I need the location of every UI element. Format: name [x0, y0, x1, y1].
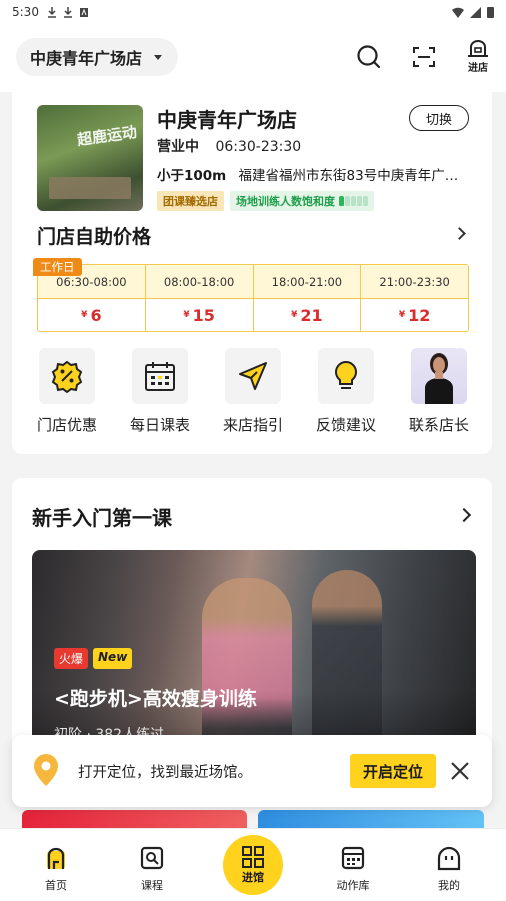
enable-location-button[interactable]: 开启定位 — [350, 754, 436, 788]
profile-icon — [437, 846, 461, 871]
tab-label: 动作库 — [336, 879, 370, 892]
price-slot-time: 21:00-23:30 — [361, 265, 468, 299]
download-icon — [63, 6, 72, 18]
wifi-icon — [452, 7, 464, 18]
tab-home[interactable]: 首页 — [26, 845, 86, 893]
tab-label: 课程 — [141, 879, 163, 892]
status-bar: 5:30 — [0, 0, 506, 24]
app-header: 中庚青年广场店 进店 — [0, 24, 506, 92]
price-slot-price: ¥6 — [81, 305, 102, 325]
switch-store-button[interactable]: 切换 — [409, 105, 469, 131]
navigation-icon — [225, 348, 281, 404]
quick-action-label: 来店指引 — [222, 416, 283, 434]
checkin-icon — [242, 846, 264, 868]
store-location[interactable]: 小于100m 福建省福州市东街83号中庚青年广… — [157, 164, 477, 184]
discount-icon — [39, 348, 95, 404]
location-prompt: 打开定位，找到最近场馆。 开启定位 — [12, 735, 492, 807]
notification-icon — [79, 7, 88, 17]
price-slot-price: ¥12 — [398, 305, 431, 325]
close-icon[interactable] — [450, 761, 470, 781]
store-logo: 超鹿运动 — [76, 122, 139, 150]
tag-occupancy: 场地训练人数饱和度 — [230, 191, 374, 211]
section-title[interactable]: 新手入门第一课 — [32, 502, 172, 531]
price-section-title[interactable]: 门店自助价格 — [37, 222, 151, 249]
checkin-button[interactable]: 进店 — [461, 40, 495, 74]
tab-label: 进馆 — [242, 871, 264, 884]
quick-action-schedule[interactable]: 每日课表 — [118, 348, 202, 435]
quick-action-guide[interactable]: 来店指引 — [211, 348, 295, 435]
price-slot-time: 18:00-21:00 — [253, 265, 361, 299]
price-slot-time: 08:00-18:00 — [145, 265, 253, 299]
lightbulb-icon — [318, 348, 374, 404]
price-slot: 18:00-21:00 ¥21 — [253, 265, 362, 331]
bottom-tab-bar: 首页 课程 进馆 动作库 我的 — [0, 828, 506, 901]
quick-action-label: 反馈建议 — [315, 416, 376, 434]
store-name: 中庚青年广场店 — [157, 108, 297, 132]
price-slot: 21:00-23:30 ¥12 — [361, 265, 468, 331]
tab-courses[interactable]: 课程 — [122, 845, 182, 893]
store-status: 营业中 — [157, 139, 199, 155]
calendar-icon — [132, 348, 188, 404]
checkin-label: 进店 — [468, 63, 488, 74]
store-distance: 小于100m — [157, 168, 227, 184]
chevron-right-icon[interactable] — [456, 507, 472, 523]
quick-action-discount[interactable]: 门店优惠 — [25, 348, 109, 435]
quick-action-label: 门店优惠 — [36, 416, 97, 434]
scan-button[interactable] — [407, 40, 441, 74]
price-table: 06:30-08:00 ¥6 08:00-18:00 ¥15 18:00-21:… — [37, 264, 469, 332]
course-icon — [140, 846, 164, 870]
tag-selected-label: 团课臻选店 — [163, 195, 218, 208]
price-slot-price: ¥15 — [183, 305, 215, 325]
store-card: 超鹿运动 中庚青年广场店 切换 营业中 06:30-23:30 小于100m 福… — [12, 92, 492, 454]
search-icon — [357, 45, 381, 69]
quick-action-feedback[interactable]: 反馈建议 — [304, 348, 388, 435]
caret-down-icon — [154, 54, 163, 60]
location-prompt-text: 打开定位，找到最近场馆。 — [78, 765, 252, 781]
status-time: 5:30 — [12, 5, 39, 19]
price-slot-price: ¥21 — [291, 305, 323, 325]
quick-action-contact-manager[interactable]: 联系店长 — [397, 348, 481, 435]
tab-checkin[interactable]: 进馆 — [223, 835, 283, 895]
battery-icon — [487, 7, 494, 18]
search-button[interactable] — [352, 40, 386, 74]
tab-profile[interactable]: 我的 — [419, 845, 479, 893]
promo-banner[interactable] — [22, 810, 247, 830]
store-tags: 团课臻选店 场地训练人数饱和度 — [157, 191, 374, 211]
quick-action-label: 联系店长 — [408, 416, 469, 434]
workday-badge: 工作日 — [33, 258, 82, 276]
store-hours: 营业中 06:30-23:30 — [157, 136, 301, 156]
store-selector[interactable]: 中庚青年广场店 — [16, 38, 179, 76]
tab-exercise-library[interactable]: 动作库 — [323, 845, 383, 893]
course-badges: 火爆 New — [54, 648, 133, 669]
price-slot: 08:00-18:00 ¥15 — [145, 265, 254, 331]
store-hours-value: 06:30-23:30 — [215, 139, 302, 155]
store-photo-table — [49, 177, 131, 199]
tab-label: 首页 — [45, 879, 67, 892]
signal-icon — [470, 6, 481, 18]
tag-selected-store: 团课臻选店 — [157, 191, 224, 211]
course-name: <跑步机>高效瘦身训练 — [54, 688, 257, 710]
home-icon — [47, 847, 65, 869]
manager-avatar — [411, 348, 467, 404]
checkin-icon — [468, 40, 488, 57]
tag-occupancy-label: 场地训练人数饱和度 — [236, 195, 335, 208]
badge-hot: 火爆 — [54, 648, 89, 669]
store-selector-label: 中庚青年广场店 — [30, 49, 143, 68]
store-address: 福建省福州市东街83号中庚青年广… — [238, 168, 459, 184]
chevron-right-icon[interactable] — [453, 227, 466, 240]
occupancy-people-icon — [339, 196, 368, 206]
download-icon — [47, 6, 56, 18]
location-pin-icon — [34, 754, 58, 786]
scan-icon — [413, 47, 435, 67]
exercise-library-icon — [341, 846, 365, 870]
quick-action-label: 每日课表 — [129, 416, 190, 434]
promo-banner[interactable] — [258, 810, 484, 830]
tab-label: 我的 — [438, 879, 460, 892]
store-photo[interactable]: 超鹿运动 — [37, 105, 143, 211]
badge-new: New — [93, 648, 133, 669]
